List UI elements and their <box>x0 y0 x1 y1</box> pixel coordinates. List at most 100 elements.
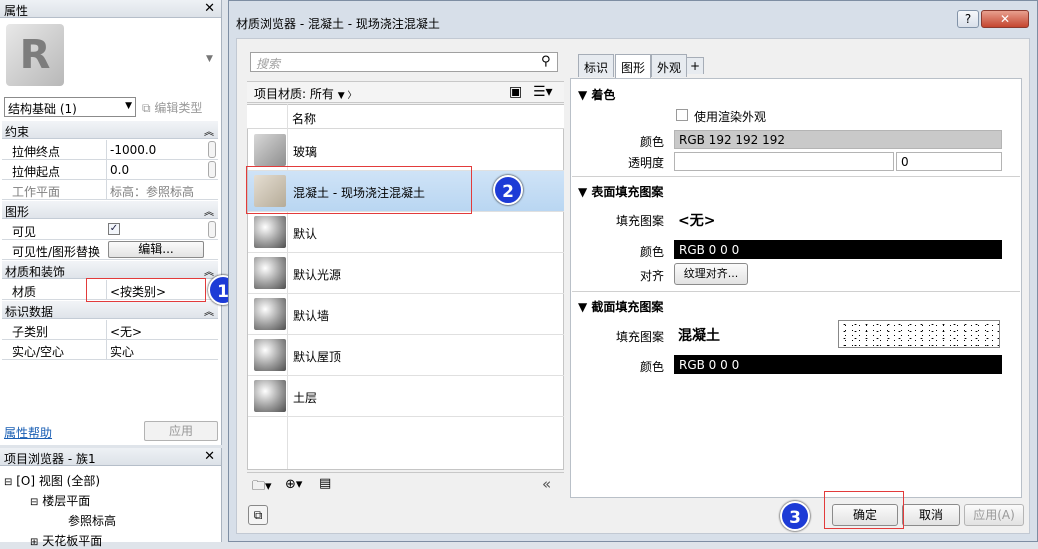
prop-row-subcategory: 子类别 <无> <box>2 320 218 340</box>
material-name: 默认墙 <box>293 309 330 323</box>
collapse-icon[interactable]: ︽ <box>204 123 214 138</box>
material-row[interactable]: 玻璃 <box>248 130 564 171</box>
texture-align-button[interactable]: 纹理对齐... <box>674 263 748 285</box>
tree-label: 视图 (全部) <box>38 474 101 488</box>
collapse-icon[interactable]: ︽ <box>204 263 214 278</box>
chevron-down-icon[interactable]: ▼ <box>206 54 213 64</box>
section-cut-pattern[interactable]: ▼ 截面填充图案 <box>578 298 663 315</box>
revit-family-icon: R <box>6 24 64 86</box>
section-surface-pattern[interactable]: ▼ 表面填充图案 <box>578 183 663 200</box>
cut-color-swatch[interactable]: RGB 0 0 0 <box>674 355 1002 374</box>
tree-item-ceiling-plans[interactable]: ⊞ 天花板平面 <box>30 532 102 549</box>
properties-help-link[interactable]: 属性帮助 <box>4 424 52 441</box>
tree-label: 参照标高 <box>68 514 117 528</box>
material-name: 玻璃 <box>293 145 318 159</box>
section-identity[interactable]: 标识数据 ︽ <box>2 301 218 319</box>
prop-row-extrusion-start: 拉伸起点 0.0 <box>2 160 218 180</box>
collapse-icon[interactable]: ︽ <box>204 203 214 218</box>
properties-apply-button[interactable]: 应用 <box>144 421 218 441</box>
sphere-material-icon <box>254 257 286 289</box>
shading-color-swatch[interactable]: RGB 192 192 192 <box>674 130 1002 149</box>
prop-value-input[interactable]: -1000.0 <box>106 140 206 159</box>
use-render-label: 使用渲染外观 <box>694 110 767 124</box>
close-icon[interactable]: ✕ <box>204 1 215 16</box>
material-row[interactable]: 默认 <box>248 212 564 253</box>
column-name-header[interactable]: 名称 <box>292 110 316 127</box>
apply-button[interactable]: 应用(A) <box>964 504 1024 526</box>
material-row[interactable]: 默认墙 <box>248 294 564 335</box>
material-row[interactable]: 土层 <box>248 376 564 417</box>
material-name: 土层 <box>293 391 318 405</box>
use-render-checkbox[interactable] <box>676 109 688 121</box>
prop-value-input[interactable]: 0.0 <box>106 160 206 179</box>
library-label: 项目材质: 所有 <box>254 87 334 101</box>
edit-type-button[interactable]: ⧉ 编辑类型 <box>142 99 202 116</box>
section-label: 标识数据 <box>5 305 54 319</box>
prop-row-extrusion-end: 拉伸终点 -1000.0 <box>2 140 218 160</box>
expand-box-icon[interactable]: ⊞ <box>30 537 38 548</box>
surface-pattern-field[interactable]: <无> <box>674 203 1002 237</box>
search-input[interactable]: 搜索 <box>250 52 558 72</box>
edit-type-icon: ⧉ <box>142 101 151 115</box>
collapse-library-icon[interactable]: « <box>542 475 551 493</box>
view-toggle-icon[interactable]: ▣ <box>509 84 522 100</box>
highlight-box <box>246 166 472 214</box>
add-material-icon[interactable]: ⊕▾ <box>285 477 302 492</box>
surface-color-swatch[interactable]: RGB 0 0 0 <box>674 240 1002 259</box>
color-label: 颜色 <box>640 135 665 149</box>
collapse-box-icon[interactable]: ⊟ <box>30 497 38 508</box>
prop-value-input[interactable]: 实心 <box>106 340 206 359</box>
tree-item-floor-plans[interactable]: ⊟ 楼层平面 <box>30 492 90 509</box>
fill-pattern-label: 填充图案 <box>616 330 665 344</box>
search-icon[interactable]: ⚲ <box>541 54 551 69</box>
collapse-box-icon[interactable]: ⊟ <box>4 477 12 488</box>
edit-visibility-button[interactable]: 编辑... <box>108 241 204 258</box>
tab-graphics[interactable]: 图形 <box>615 54 652 78</box>
transparency-input[interactable]: 0 <box>896 152 1002 171</box>
prop-label: 拉伸起点 <box>12 165 61 179</box>
close-icon[interactable]: ✕ <box>204 449 215 464</box>
sphere-material-icon <box>254 216 286 248</box>
asset-browser-icon[interactable]: ⧉ <box>248 505 268 525</box>
library-dropdown[interactable]: 项目材质: 所有 ▼ 〉 <box>254 85 356 102</box>
material-name: 默认 <box>293 227 318 241</box>
transparency-slider[interactable] <box>674 152 894 171</box>
material-row[interactable]: 默认光源 <box>248 253 564 294</box>
section-materials[interactable]: 材质和装饰 ︽ <box>2 261 218 279</box>
tree-item-views[interactable]: ⊟ [O] 视图 (全部) <box>4 472 100 489</box>
section-shading[interactable]: ▼ 着色 <box>578 86 615 103</box>
section-constraints[interactable]: 约束 ︽ <box>2 121 218 139</box>
dialog-title: 材质浏览器 - 混凝土 - 现场浇注混凝土 <box>236 17 440 31</box>
highlight-box <box>824 491 904 529</box>
fill-pattern-label: 填充图案 <box>616 214 665 228</box>
tab-appearance[interactable]: 外观 <box>651 54 688 77</box>
transparency-label: 透明度 <box>628 156 665 170</box>
add-tab-button[interactable]: + <box>686 57 705 74</box>
prop-row-visible: 可见 ✓ <box>2 220 218 240</box>
type-selector[interactable]: 结构基础 (1) ▼ <box>4 97 136 117</box>
color-label: 颜色 <box>640 360 665 374</box>
prop-value-input[interactable]: <无> <box>106 320 206 339</box>
section-graphics[interactable]: 图形 ︽ <box>2 201 218 219</box>
tree-item-ref-level[interactable]: 参照标高 <box>68 512 116 529</box>
associate-param-button[interactable] <box>208 161 216 178</box>
step-badge: 3 <box>780 501 810 531</box>
material-editor-icon[interactable]: ▤ <box>319 476 331 491</box>
section-label: 图形 <box>5 205 30 219</box>
visible-checkbox[interactable]: ✓ <box>108 223 120 235</box>
prop-label: 可见性/图形替换 <box>12 245 101 259</box>
prop-label: 子类别 <box>12 325 49 339</box>
folder-menu-icon[interactable]: 🗀▾ <box>252 477 272 499</box>
chevron-down-icon: ▼ <box>125 101 132 111</box>
associate-param-button[interactable] <box>208 221 216 238</box>
list-view-icon[interactable]: ☰▾ <box>533 84 553 100</box>
associate-param-button[interactable] <box>208 141 216 158</box>
properties-title-bar: 属性 ✕ <box>0 0 221 18</box>
divider <box>572 176 1020 177</box>
close-button[interactable]: ✕ <box>981 10 1029 28</box>
material-row[interactable]: 默认屋顶 <box>248 335 564 376</box>
help-button[interactable]: ? <box>957 10 979 28</box>
cancel-button[interactable]: 取消 <box>902 504 960 526</box>
collapse-icon[interactable]: ︽ <box>204 303 214 318</box>
tab-identity[interactable]: 标识 <box>578 54 615 77</box>
